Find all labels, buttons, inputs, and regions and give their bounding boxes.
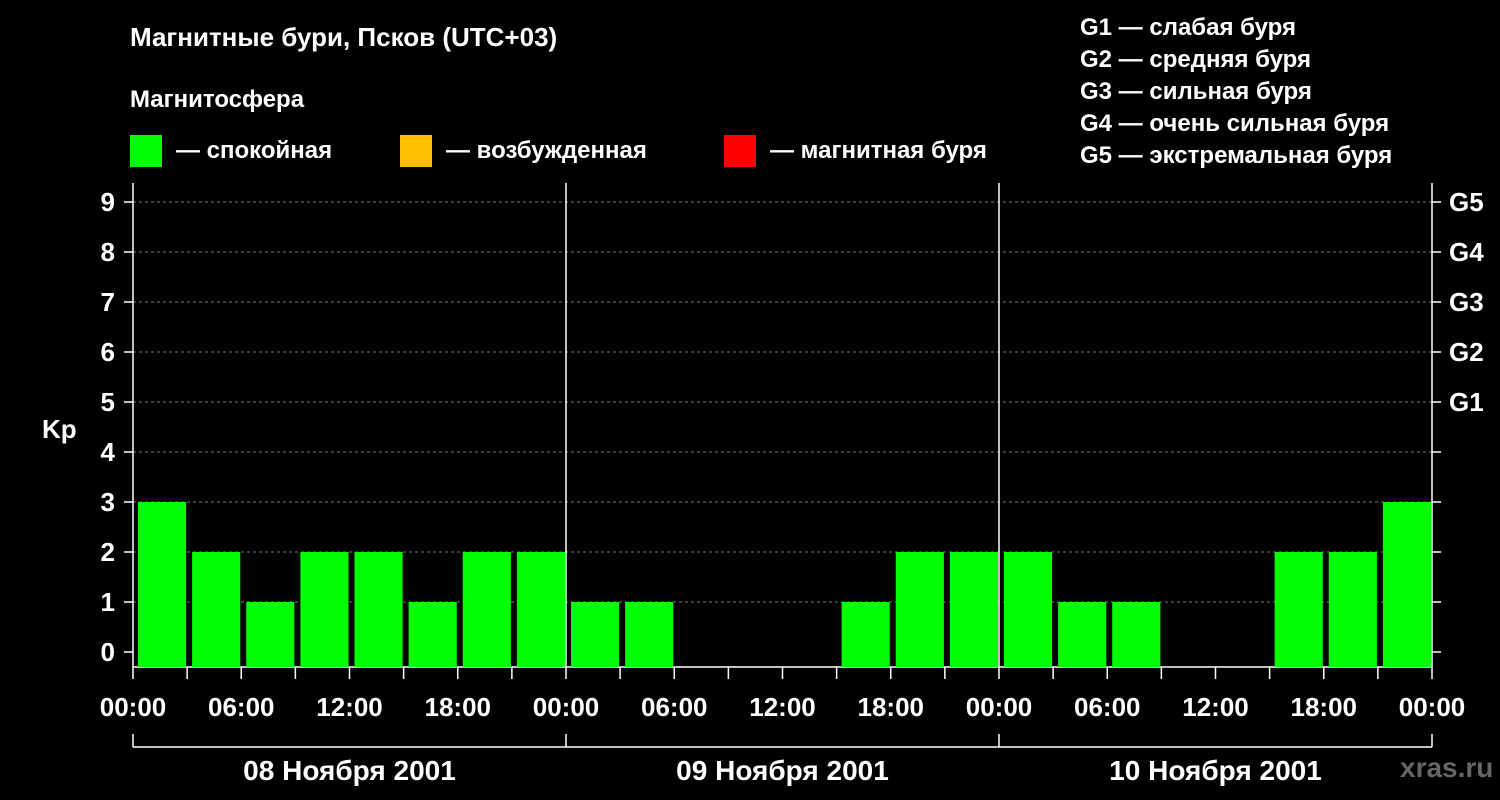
y-tick-label-5: 5 xyxy=(101,387,115,417)
g-axis-label-g2: G2 xyxy=(1449,337,1484,367)
g-axis-label-g5: G5 xyxy=(1449,187,1484,217)
bar-22 xyxy=(1328,552,1377,667)
bar-18 xyxy=(1112,602,1161,667)
x-tick-label-0: 00:00 xyxy=(100,692,167,722)
bar-6 xyxy=(462,552,511,667)
bar-15 xyxy=(949,552,998,667)
bar-2 xyxy=(246,602,295,667)
bar-0 xyxy=(138,502,187,667)
x-tick-label-8: 00:00 xyxy=(966,692,1033,722)
y-tick-label-6: 6 xyxy=(101,337,115,367)
bar-23 xyxy=(1382,502,1431,667)
x-tick-label-4: 00:00 xyxy=(533,692,600,722)
day-label-1: 09 Ноября 2001 xyxy=(676,755,889,786)
bar-9 xyxy=(625,602,674,667)
y-tick-label-4: 4 xyxy=(101,437,116,467)
x-tick-label-5: 06:00 xyxy=(641,692,708,722)
bar-4 xyxy=(354,552,403,667)
bar-21 xyxy=(1274,552,1323,667)
x-tick-label-3: 18:00 xyxy=(425,692,492,722)
y-tick-label-3: 3 xyxy=(101,487,115,517)
y-tick-label-9: 9 xyxy=(101,187,115,217)
bar-8 xyxy=(571,602,620,667)
day-label-2: 10 Ноября 2001 xyxy=(1109,755,1322,786)
bar-14 xyxy=(895,552,944,667)
y-tick-label-0: 0 xyxy=(101,637,115,667)
x-tick-label-11: 18:00 xyxy=(1291,692,1358,722)
y-tick-label-2: 2 xyxy=(101,537,115,567)
x-tick-label-1: 06:00 xyxy=(208,692,275,722)
bar-1 xyxy=(192,552,241,667)
y-tick-label-8: 8 xyxy=(101,237,115,267)
x-tick-label-12: 00:00 xyxy=(1399,692,1466,722)
bar-3 xyxy=(300,552,349,667)
y-axis-title: Kp xyxy=(42,414,77,444)
bar-5 xyxy=(408,602,457,667)
bar-17 xyxy=(1058,602,1107,667)
g-axis-label-g4: G4 xyxy=(1449,237,1484,267)
g-axis-label-g3: G3 xyxy=(1449,287,1484,317)
y-tick-label-7: 7 xyxy=(101,287,115,317)
x-tick-label-2: 12:00 xyxy=(316,692,383,722)
bar-16 xyxy=(1004,552,1053,667)
kp-bar-chart: 0 1 2 3 4 5 6 7 8 9 G1 G2 G3 G4 G5 Kp 00:00 06:00 12:00 18:… xyxy=(42,183,1484,786)
x-tick-label-7: 18:00 xyxy=(858,692,925,722)
x-tick-label-9: 06:00 xyxy=(1074,692,1141,722)
bar-7 xyxy=(516,552,565,667)
g-axis-label-g1: G1 xyxy=(1449,387,1484,417)
bar-13 xyxy=(841,602,890,667)
y-tick-label-1: 1 xyxy=(101,587,115,617)
watermark: xras.ru xyxy=(1400,752,1494,783)
day-label-0: 08 Ноября 2001 xyxy=(243,755,456,786)
x-tick-label-10: 12:00 xyxy=(1182,692,1249,722)
x-tick-label-6: 12:00 xyxy=(749,692,816,722)
